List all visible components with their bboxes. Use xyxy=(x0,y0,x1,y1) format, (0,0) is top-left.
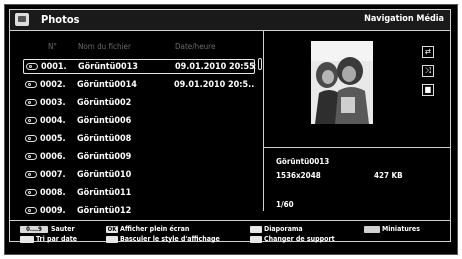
photo-file-icon xyxy=(25,81,37,88)
list-item[interactable]: 0002. Görüntü0014 09.01.2010 20:5... xyxy=(23,78,255,93)
file-name: Görüntü008 xyxy=(77,134,132,144)
legend-change-source: Changer de support xyxy=(264,235,335,243)
photo-thumbnail-image xyxy=(311,41,373,124)
legend-divider xyxy=(10,220,450,221)
list-item[interactable]: 0004. Görüntü006 xyxy=(23,114,255,129)
legend-thumbnails: Miniatures xyxy=(382,225,420,233)
list-item[interactable]: 0001. Görüntü0013 09.01.2010 20:55: xyxy=(23,59,256,74)
file-number: 0003. xyxy=(40,98,66,108)
preview-divider xyxy=(264,147,450,148)
preview-position: 1/60 xyxy=(276,200,294,209)
section-title: Navigation Média xyxy=(364,14,444,24)
play-key-icon xyxy=(250,226,262,233)
photo-file-icon xyxy=(25,117,37,124)
column-header-date: Date/heure xyxy=(175,42,216,51)
file-number: 0008. xyxy=(40,188,66,198)
file-number: 0001. xyxy=(41,62,67,72)
photo-thumbnail xyxy=(311,41,373,124)
file-name: Görüntü0013 xyxy=(78,62,138,72)
repeat-icon[interactable]: ⇄ xyxy=(422,46,434,58)
list-item[interactable]: 0007. Görüntü010 xyxy=(23,168,255,183)
scrollbar[interactable] xyxy=(258,58,262,70)
legend-toggle-style: Basculer le style d'affichage xyxy=(120,235,220,243)
file-number: 0007. xyxy=(40,170,66,180)
file-list: N° Nom du fichier Date/heure 0001. Görün… xyxy=(10,31,264,216)
source-key-icon xyxy=(250,236,262,243)
file-date: 09.01.2010 20:5... xyxy=(174,80,255,90)
file-name: Görüntü009 xyxy=(77,152,132,162)
legend-sort-by-date: Tri par date xyxy=(36,235,78,243)
legend-fullscreen: Afficher plein écran xyxy=(120,225,190,233)
photo-folder-icon xyxy=(15,13,29,26)
file-number: 0006. xyxy=(40,152,66,162)
legend-skip: Sauter xyxy=(51,225,75,233)
photo-file-icon xyxy=(25,207,37,214)
file-name: Görüntü006 xyxy=(77,116,132,126)
photo-file-icon xyxy=(25,171,37,178)
photo-file-icon xyxy=(26,63,38,70)
list-item[interactable]: 0003. Görüntü002 xyxy=(23,96,255,111)
list-item[interactable]: 0005. Görüntü008 xyxy=(23,132,255,147)
file-name: Görüntü010 xyxy=(77,170,132,180)
shuffle-icon[interactable]: ⤨ xyxy=(422,65,434,77)
yellow-key-icon xyxy=(106,236,118,243)
page-title: Photos xyxy=(41,13,80,26)
preview-size: 427 KB xyxy=(374,171,403,180)
photo-file-icon xyxy=(25,153,37,160)
file-name: Görüntü011 xyxy=(77,188,132,198)
ok-key-icon: OK xyxy=(106,226,118,233)
title-bar: Photos Navigation Média xyxy=(9,9,451,31)
green-key-icon xyxy=(364,226,380,233)
list-item[interactable]: 0006. Görüntü009 xyxy=(23,150,255,165)
file-name: Görüntü0014 xyxy=(77,80,137,90)
preview-resolution: 1536x2048 xyxy=(276,171,321,180)
column-header-number: N° xyxy=(48,42,57,51)
file-number: 0004. xyxy=(40,116,66,126)
file-number: 0009. xyxy=(40,206,66,216)
photo-file-icon xyxy=(25,99,37,106)
preview-filename: Görüntü0013 xyxy=(276,157,330,166)
blue-key-icon xyxy=(20,236,34,243)
photo-file-icon xyxy=(25,135,37,142)
file-number: 0002. xyxy=(40,80,66,90)
column-header-filename: Nom du fichier xyxy=(78,42,131,51)
preview-panel: ⇄ ⤨ ■ xyxy=(264,31,450,211)
list-item[interactable]: 0008. Görüntü011 xyxy=(23,186,255,201)
file-name: Görüntü002 xyxy=(77,98,132,108)
file-name: Görüntü012 xyxy=(77,206,132,216)
stop-icon[interactable]: ■ xyxy=(422,84,434,96)
digits-key-icon: 0....9 xyxy=(20,226,48,233)
photo-file-icon xyxy=(25,189,37,196)
file-number: 0005. xyxy=(40,134,66,144)
file-date: 09.01.2010 20:55: xyxy=(175,62,256,72)
list-item[interactable]: 0009. Görüntü012 xyxy=(23,204,255,219)
legend-slideshow: Diaporama xyxy=(264,225,303,233)
